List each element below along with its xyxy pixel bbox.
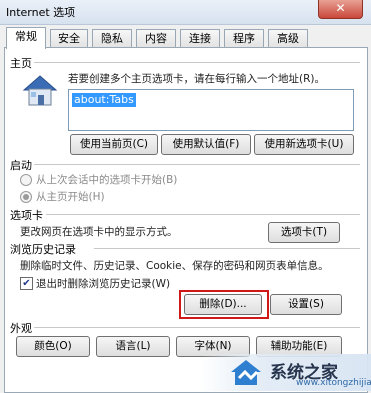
history-description: 删除临时文件、历史记录、Cookie、保存的密码和网页表单信息。: [20, 260, 329, 272]
history-divider: [94, 248, 360, 249]
delete-on-exit-label: 退出时删除浏览历史记录(W): [36, 278, 171, 290]
house-icon: [22, 75, 58, 106]
watermark-logo-icon: [231, 360, 261, 385]
tab-security[interactable]: 安全: [50, 29, 88, 48]
home-divider: [34, 62, 360, 63]
delete-button-highlight: [179, 290, 269, 319]
startup-last-session-radio[interactable]: [20, 174, 32, 186]
window-title: Internet 选项: [6, 6, 76, 19]
tab-privacy[interactable]: 隐私: [92, 29, 132, 48]
startup-divider: [34, 164, 360, 165]
tabs-settings-button[interactable]: 选项卡(T): [268, 222, 340, 243]
tabs-section-title: 选项卡: [10, 209, 43, 222]
startup-home-label: 从主页开始(H): [36, 191, 105, 203]
use-current-button[interactable]: 使用当前页(C): [70, 134, 158, 155]
use-default-button[interactable]: 使用默认值(F): [161, 134, 251, 155]
delete-on-exit-checkbox[interactable]: ✔: [20, 277, 33, 290]
history-settings-button[interactable]: 设置(S): [270, 294, 342, 315]
close-button[interactable]: ✕: [318, 0, 363, 19]
startup-home-radio[interactable]: [20, 191, 32, 203]
tab-connections[interactable]: 连接: [180, 29, 220, 48]
home-section-title: 主页: [10, 57, 32, 70]
use-new-tab-button[interactable]: 使用新选项卡(U): [254, 134, 354, 155]
tabs-divider: [46, 214, 360, 215]
tab-programs[interactable]: 程序: [224, 29, 264, 48]
colors-button[interactable]: 颜色(O): [16, 336, 90, 357]
history-section-title: 浏览历史记录: [10, 243, 76, 256]
home-url-value: about:Tabs: [72, 93, 136, 107]
startup-section-title: 启动: [10, 159, 32, 172]
tab-content[interactable]: 内容: [136, 29, 176, 48]
tab-advanced[interactable]: 高级: [268, 29, 308, 48]
home-instruction: 若要创建多个主页选项卡，请在每行输入一个地址(R)。: [68, 73, 325, 85]
languages-button[interactable]: 语言(L): [96, 336, 170, 357]
watermark-url: www.xitongzhijia.net: [296, 378, 371, 388]
home-url-textarea[interactable]: about:Tabs: [68, 89, 354, 131]
appearance-section-title: 外观: [10, 322, 32, 335]
tabs-description: 更改网页在选项卡中的显示方式。: [20, 226, 178, 238]
startup-last-session-label: 从上次会话中的选项卡开始(B): [36, 174, 178, 186]
appearance-divider: [34, 327, 360, 328]
tab-general[interactable]: 常规: [6, 27, 46, 49]
